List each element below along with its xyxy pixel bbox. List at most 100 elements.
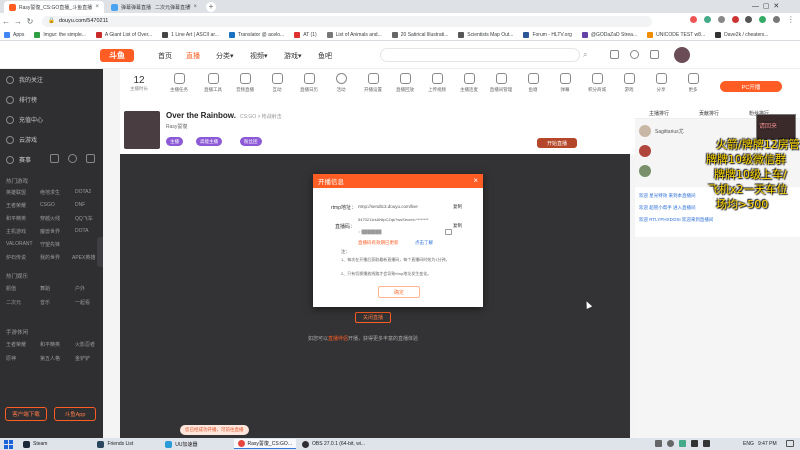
site-search-input[interactable] (380, 48, 580, 62)
gamepad-icon[interactable] (86, 154, 95, 163)
profile-avatar-icon[interactable] (773, 16, 781, 23)
eye-icon[interactable] (445, 229, 452, 235)
windows-start-icon[interactable] (4, 439, 13, 449)
bookmark-item[interactable]: A Giant List of Over... (95, 31, 152, 38)
sidebar-mobile-link[interactable]: 和平精英 (40, 341, 60, 348)
sidebar-game-link[interactable]: VALORANT (6, 241, 33, 247)
bookmark-item[interactable]: Translator @ acelo... (228, 31, 284, 38)
nav-fishbar[interactable]: 鱼吧 (318, 51, 332, 61)
copy-rtmp-button[interactable]: 复制 (453, 204, 462, 210)
forward-arrow-icon[interactable]: → (12, 17, 24, 26)
extension-icon[interactable] (703, 16, 711, 23)
back-arrow-icon[interactable]: ← (0, 17, 12, 26)
sidebar-item-cloud-game[interactable]: 云游戏 (6, 135, 37, 144)
reload-icon[interactable]: ↻ (24, 17, 36, 26)
sidebar-game-link[interactable]: QQ飞车 (75, 215, 93, 222)
volume-icon[interactable] (703, 440, 710, 447)
sidebar-ent-link[interactable]: 二次元 (6, 299, 21, 306)
notification-icon[interactable] (786, 440, 794, 447)
confirm-button[interactable]: 确定 (378, 286, 420, 298)
douyu-logo[interactable]: 斗鱼 (100, 49, 134, 62)
follow-icon[interactable] (630, 50, 639, 59)
taskbar-uu[interactable]: UU加速器 (161, 439, 201, 449)
nav-games[interactable]: 游戏▾ (284, 51, 302, 61)
taskbar-chrome[interactable]: Rasy誓復_CS:GO... (233, 439, 296, 449)
bookmark-item[interactable]: UNICODE TEST w8... (647, 31, 705, 38)
sidebar-game-link[interactable]: 穿越火线 (40, 215, 60, 222)
sidebar-mobile-link[interactable]: 王者荣耀 (6, 341, 26, 348)
network-icon[interactable] (691, 440, 698, 447)
browser-tab-3[interactable]: 二次元弹幕直播 × (150, 1, 202, 13)
sidebar-game-link[interactable]: DOTA2 (75, 189, 91, 195)
extension-icon[interactable] (745, 16, 753, 23)
sidebar-mobile-link[interactable]: 金铲铲 (75, 355, 90, 362)
sidebar-item-rank[interactable]: 排行榜 (6, 95, 37, 104)
bookmark-item[interactable]: Scientists Map Out... (458, 31, 513, 38)
nav-video[interactable]: 视频▾ (250, 51, 268, 61)
tray-icon[interactable] (655, 440, 662, 447)
bookmark-item[interactable]: 20 Satirical Illustrati... (391, 31, 448, 38)
sidebar-game-link[interactable]: 守望先锋 (40, 241, 60, 248)
tray-icon[interactable] (667, 440, 674, 447)
extension-icon[interactable] (759, 16, 767, 23)
sidebar-ent-link[interactable]: 户外 (75, 285, 85, 292)
sidebar-item-follow[interactable]: 我的关注 (6, 75, 43, 84)
nav-category[interactable]: 分类▾ (216, 51, 234, 61)
nav-live[interactable]: 直播 (186, 51, 200, 61)
sidebar-ent-link[interactable]: 一起看 (75, 299, 90, 306)
browser-tab-douyu[interactable]: Rasy誓復_CS:GO直播_斗鱼直播 × (4, 1, 104, 13)
sidebar-game-link[interactable]: DOTA (75, 228, 89, 234)
sidebar-game-link[interactable]: 王者荣耀 (6, 202, 26, 209)
sidebar-ent-link[interactable]: 音乐 (40, 299, 50, 306)
sidebar-game-link[interactable]: CSGO (40, 202, 55, 208)
sidebar-mobile-link[interactable]: 第五人格 (40, 355, 60, 362)
sidebar-game-link[interactable]: DNF (75, 202, 85, 208)
bookmark-item[interactable]: Dave2k / cheaters... (715, 31, 769, 38)
input-language[interactable]: ENG (743, 441, 754, 447)
sidebar-ent-link[interactable]: 颜值 (6, 285, 16, 292)
user-avatar[interactable] (674, 47, 690, 63)
taskbar-steam[interactable]: Steam (19, 439, 51, 449)
bookmark-item[interactable]: 1 Line Art | ASCII ar... (162, 31, 219, 38)
window-controls[interactable]: — ▢ ✕ (752, 2, 779, 10)
new-tab-button[interactable]: + (206, 2, 216, 12)
shield-icon[interactable] (50, 154, 59, 163)
message-icon[interactable] (650, 50, 659, 59)
close-icon[interactable]: × (473, 176, 478, 185)
bookmark-item[interactable]: Imgur: the simple... (34, 31, 86, 38)
extension-icon[interactable] (717, 16, 725, 23)
close-tab-icon[interactable]: × (193, 4, 197, 10)
sidebar-game-link[interactable]: APEX英雄 (72, 254, 95, 261)
sidebar-ent-link[interactable]: 舞蹈 (40, 285, 50, 292)
extension-icon[interactable] (690, 16, 697, 23)
douyu-app-button[interactable]: 斗鱼App (54, 407, 96, 421)
search-icon[interactable]: ⌕ (583, 50, 587, 60)
clock[interactable]: 9:47 PM (758, 441, 777, 447)
menu-kebab-icon[interactable]: ⋮ (787, 16, 795, 26)
sidebar-mobile-link[interactable]: 火影忍者 (75, 341, 95, 348)
sidebar-game-link[interactable]: 英雄联盟 (6, 189, 26, 196)
tray-icon[interactable] (679, 440, 686, 447)
copy-code-button[interactable]: 复制 (453, 223, 462, 229)
taskbar-obs[interactable]: OBS 27.0.1 (64-bit, wi... (298, 439, 369, 449)
bookmark-apps[interactable]: Apps (4, 31, 24, 38)
history-icon[interactable] (610, 50, 619, 59)
close-tab-icon[interactable]: × (95, 4, 99, 10)
bookmark-item[interactable]: Forum - HLTV.org (523, 31, 572, 38)
sidebar-game-link[interactable]: 主机游戏 (6, 228, 26, 235)
extension-icon[interactable] (731, 16, 739, 23)
sidebar-game-link[interactable]: 绝地求生 (40, 189, 60, 196)
address-bar[interactable]: 🔒 douyu.com/5470211 (42, 15, 652, 27)
download-client-button[interactable]: 客户端下载 (5, 407, 47, 421)
bookmark-item[interactable]: @GODaZaD Strea... (581, 31, 637, 38)
sidebar-item-esports[interactable]: 赛事 (6, 155, 31, 164)
nav-home[interactable]: 首页 (158, 51, 172, 61)
sidebar-game-link[interactable]: 魔兽世界 (40, 228, 60, 235)
sidebar-game-link[interactable]: 炉石传说 (6, 254, 26, 261)
bookmark-item[interactable]: List of Animals and... (326, 31, 382, 38)
learn-more-link[interactable]: 点击了解 (415, 240, 433, 246)
sidebar-game-link[interactable]: 和平精英 (6, 215, 26, 222)
sidebar-game-link[interactable]: 我的世界 (40, 254, 60, 261)
ball-icon[interactable] (68, 154, 77, 163)
bookmark-item[interactable]: AT (1) (294, 31, 317, 38)
